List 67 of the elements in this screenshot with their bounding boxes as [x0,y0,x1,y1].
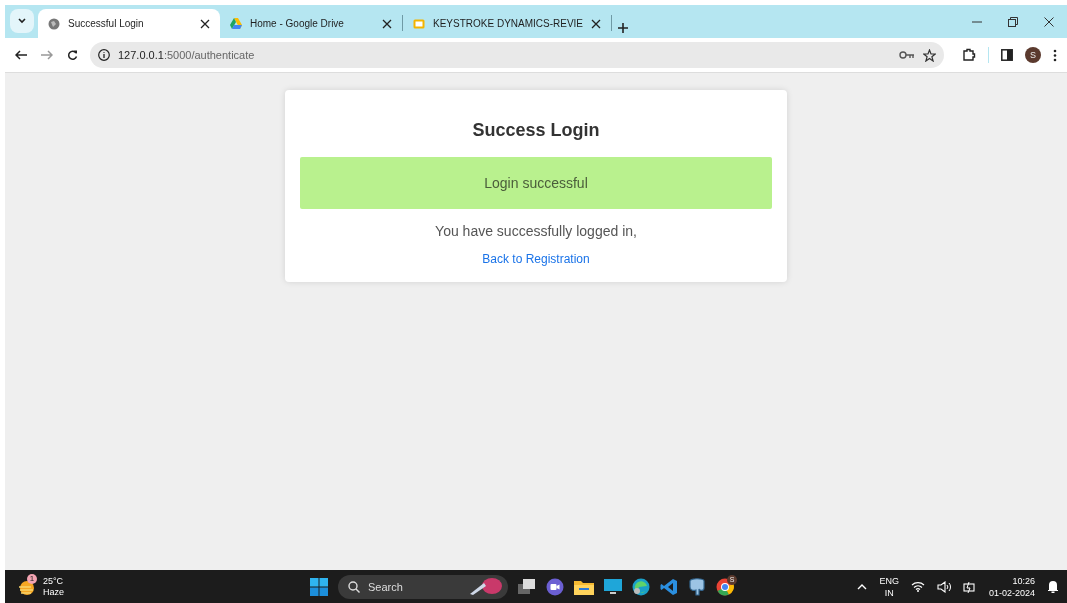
tab-close-icon[interactable] [591,18,602,29]
desktop-app-button[interactable] [604,578,622,595]
puzzle-icon [962,48,976,62]
drive-icon [230,18,242,29]
task-view-button[interactable] [518,578,536,595]
notification-badge: 1 [27,573,37,584]
profile-avatar[interactable]: S [1025,47,1041,63]
file-explorer-button[interactable] [574,578,594,595]
registration-link[interactable]: Back to Registration [482,252,590,266]
taskbar-search[interactable]: Search [338,574,508,599]
weather-widget[interactable]: 1 25°C Haze [17,575,64,598]
search-icon [348,580,360,593]
star-icon[interactable] [923,48,936,62]
address-bar[interactable]: 127.0.0.1:5000/authenticate [90,42,944,68]
folder-icon [574,578,594,595]
new-tab-button[interactable] [618,23,629,33]
browser-tab[interactable]: KEYSTROKE DYNAMICS-REVIE [403,9,612,38]
temperature-text: 25°C [43,575,64,587]
forward-button[interactable] [39,48,55,62]
wifi-icon[interactable] [910,581,925,592]
url-text: 127.0.0.1:5000/authenticate [118,49,256,61]
back-arrow-icon [15,50,27,60]
chat-button[interactable] [546,577,564,596]
key-icon[interactable] [899,51,915,59]
browser-tab[interactable]: Successful Login [38,9,220,38]
side-panel-icon [1001,49,1013,61]
task-view-icon [518,578,536,595]
plus-icon [618,23,629,33]
extensions-button[interactable] [960,46,978,64]
forward-arrow-icon [41,50,53,60]
windows-icon [310,577,328,596]
menu-icon [1053,48,1057,62]
close-icon [1044,17,1054,27]
video-chat-icon [546,577,564,596]
tab-title: Successful Login [68,18,145,29]
start-button[interactable] [310,577,328,596]
tab-close-icon[interactable] [200,18,210,29]
globe-icon [48,17,60,30]
success-message: You have successfully logged in, [435,223,637,239]
tab-search-button[interactable] [10,9,34,33]
back-button[interactable] [13,48,29,62]
tab-title: Home - Google Drive [250,18,345,29]
chrome-icon [716,577,734,596]
card-heading: Success Login [472,120,600,141]
browser-tab[interactable]: Home - Google Drive [220,9,402,38]
info-icon [98,49,110,61]
hidden-icons-button[interactable] [857,583,868,590]
clock[interactable]: 10:26 01-02-2024 [988,574,1035,599]
code-editor-icon [660,577,678,596]
tab-title: KEYSTROKE DYNAMICS-REVIE [433,18,584,29]
slides-icon [413,17,425,30]
vscode-button[interactable] [660,577,678,596]
monitor-icon [604,578,622,595]
edge-button[interactable] [632,577,650,596]
weather-condition: Haze [43,586,64,598]
reload-icon [67,49,78,61]
success-alert: Login successful [300,157,772,209]
tab-close-icon[interactable] [382,18,392,29]
side-panel-button[interactable] [999,47,1015,63]
edge-icon [632,577,650,596]
chevron-down-icon [18,18,26,24]
notification-bell-icon[interactable] [1047,580,1059,593]
speaker-icon[interactable] [936,580,951,593]
language-indicator[interactable]: ENG IN [879,574,899,599]
caret-up-icon [857,583,868,590]
restore-icon [1008,17,1018,27]
minimize-icon [972,21,982,23]
